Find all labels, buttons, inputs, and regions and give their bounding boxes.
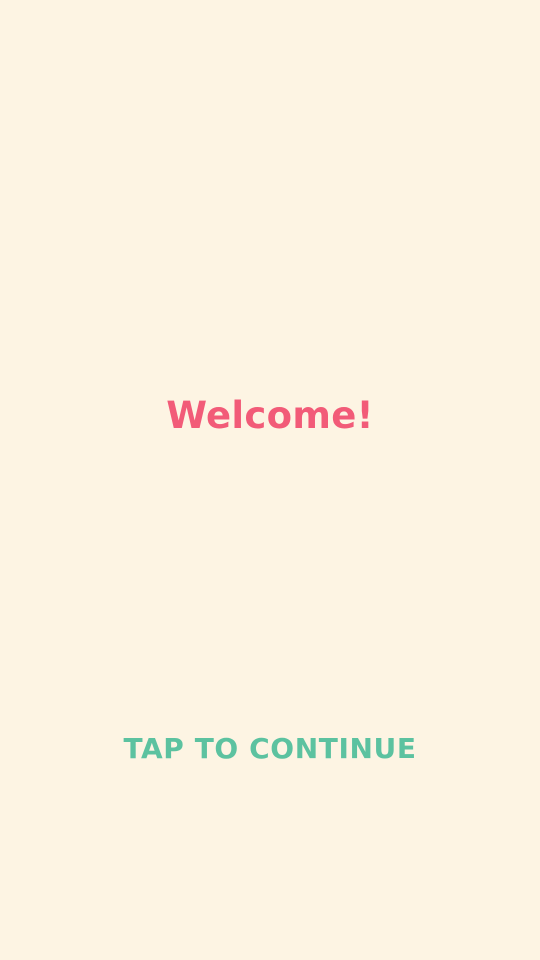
tap-to-continue-button[interactable]: TAP TO CONTINUE <box>0 730 540 768</box>
welcome-screen[interactable]: Welcome! TAP TO CONTINUE <box>0 0 540 960</box>
welcome-title: Welcome! <box>166 394 374 437</box>
